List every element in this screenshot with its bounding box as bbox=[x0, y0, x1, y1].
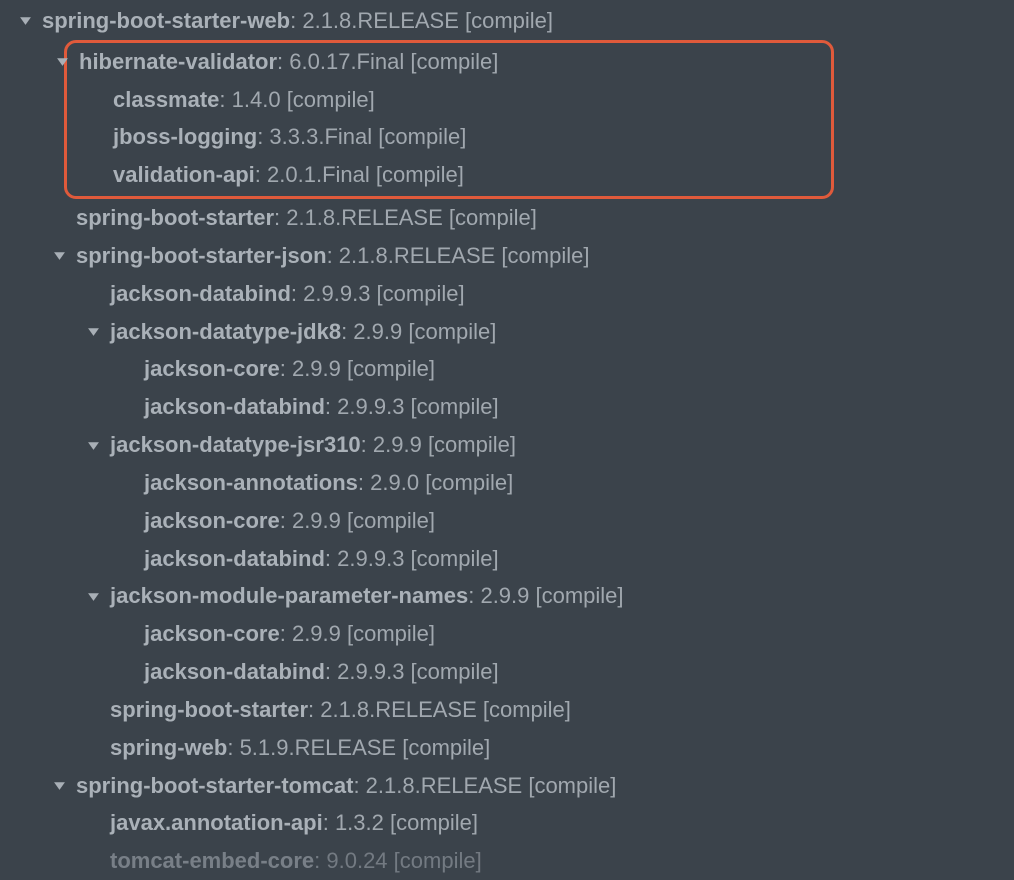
expand-toggle-icon[interactable] bbox=[46, 243, 72, 269]
tree-children: jackson-databind : 2.9.9.3 [compile]jack… bbox=[34, 275, 1014, 767]
expand-toggle-icon[interactable] bbox=[80, 432, 106, 458]
tree-row[interactable]: jackson-databind : 2.9.9.3 [compile] bbox=[102, 653, 1014, 691]
tree-row[interactable]: spring-boot-starter-web : 2.1.8.RELEASE … bbox=[0, 2, 1014, 40]
tree-row[interactable]: jackson-datatype-jdk8 : 2.9.9 [compile] bbox=[68, 313, 1014, 351]
dependency-meta: : 2.0.1.Final [compile] bbox=[255, 156, 464, 194]
dependency-name: spring-boot-starter-tomcat bbox=[76, 767, 353, 805]
tree-children: jackson-annotations : 2.9.0 [compile]jac… bbox=[68, 464, 1014, 577]
dependency-name: jackson-databind bbox=[144, 388, 325, 426]
dependency-meta: : 2.9.9.3 [compile] bbox=[325, 653, 499, 691]
expand-toggle-icon[interactable] bbox=[12, 8, 38, 34]
tree-row[interactable]: jackson-module-parameter-names : 2.9.9 [… bbox=[68, 577, 1014, 615]
dependency-name: spring-boot-starter-web bbox=[42, 2, 290, 40]
dependency-meta: : 2.9.9 [compile] bbox=[341, 313, 496, 351]
tree-row[interactable]: jackson-annotations : 2.9.0 [compile] bbox=[102, 464, 1014, 502]
dependency-name: jackson-core bbox=[144, 502, 280, 540]
dependency-meta: : 2.1.8.RELEASE [compile] bbox=[327, 237, 590, 275]
dependency-meta: : 2.9.0 [compile] bbox=[358, 464, 513, 502]
dependency-name: javax.annotation-api bbox=[110, 804, 323, 842]
tree-children: javax.annotation-api : 1.3.2 [compile]to… bbox=[34, 804, 1014, 880]
dependency-name: jackson-annotations bbox=[144, 464, 358, 502]
tree-row[interactable]: spring-boot-starter : 2.1.8.RELEASE [com… bbox=[68, 691, 1014, 729]
tree-row[interactable]: jboss-logging : 3.3.3.Final [compile] bbox=[83, 118, 827, 156]
dependency-meta: : 9.0.24 [compile] bbox=[314, 842, 482, 880]
tree-row[interactable]: jackson-datatype-jsr310 : 2.9.9 [compile… bbox=[68, 426, 1014, 464]
dependency-name: jackson-databind bbox=[110, 275, 291, 313]
dependency-meta: : 2.9.9 [compile] bbox=[280, 502, 435, 540]
dependency-name: spring-web bbox=[110, 729, 227, 767]
dependency-meta: : 5.1.9.RELEASE [compile] bbox=[227, 729, 490, 767]
dependency-name: validation-api bbox=[113, 156, 255, 194]
dependency-name: jackson-databind bbox=[144, 653, 325, 691]
tree-children: hibernate-validator : 6.0.17.Final [comp… bbox=[0, 40, 1014, 880]
tree-row[interactable]: spring-web : 5.1.9.RELEASE [compile] bbox=[68, 729, 1014, 767]
tree-row[interactable]: hibernate-validator : 6.0.17.Final [comp… bbox=[49, 43, 827, 81]
dependency-meta: : 2.9.9 [compile] bbox=[468, 577, 623, 615]
dependency-meta: : 2.9.9 [compile] bbox=[280, 615, 435, 653]
tree-row[interactable]: validation-api : 2.0.1.Final [compile] bbox=[83, 156, 827, 194]
dependency-name: spring-boot-starter-json bbox=[76, 237, 327, 275]
tree-row[interactable]: classmate : 1.4.0 [compile] bbox=[83, 81, 827, 119]
dependency-meta: : 2.1.8.RELEASE [compile] bbox=[290, 2, 553, 40]
dependency-meta: : 3.3.3.Final [compile] bbox=[257, 118, 466, 156]
dependency-meta: : 2.9.9.3 [compile] bbox=[291, 275, 465, 313]
dependency-name: jackson-datatype-jdk8 bbox=[110, 313, 341, 351]
tree-row[interactable]: spring-boot-starter-json : 2.1.8.RELEASE… bbox=[34, 237, 1014, 275]
tree-row[interactable]: jackson-databind : 2.9.9.3 [compile] bbox=[102, 388, 1014, 426]
tree-row[interactable]: jackson-core : 2.9.9 [compile] bbox=[102, 502, 1014, 540]
highlight-annotation: hibernate-validator : 6.0.17.Final [comp… bbox=[64, 40, 834, 199]
dependency-meta: : 2.9.9 [compile] bbox=[361, 426, 516, 464]
dependency-meta: : 2.9.9 [compile] bbox=[280, 350, 435, 388]
dependency-name: spring-boot-starter bbox=[76, 199, 274, 237]
dependency-meta: : 2.1.8.RELEASE [compile] bbox=[308, 691, 571, 729]
dependency-meta: : 2.1.8.RELEASE [compile] bbox=[353, 767, 616, 805]
dependency-name: hibernate-validator bbox=[79, 43, 277, 81]
dependency-tree: spring-boot-starter-web : 2.1.8.RELEASE … bbox=[0, 2, 1014, 880]
dependency-meta: : 1.4.0 [compile] bbox=[219, 81, 374, 119]
dependency-meta: : 2.9.9.3 [compile] bbox=[325, 388, 499, 426]
dependency-name: tomcat-embed-core bbox=[110, 842, 314, 880]
dependency-meta: : 2.1.8.RELEASE [compile] bbox=[274, 199, 537, 237]
dependency-name: jackson-databind bbox=[144, 540, 325, 578]
tree-row[interactable]: javax.annotation-api : 1.3.2 [compile] bbox=[68, 804, 1014, 842]
dependency-meta: : 2.9.9.3 [compile] bbox=[325, 540, 499, 578]
dependency-name: jboss-logging bbox=[113, 118, 257, 156]
expand-toggle-icon[interactable] bbox=[80, 583, 106, 609]
tree-row[interactable]: jackson-databind : 2.9.9.3 [compile] bbox=[102, 540, 1014, 578]
expand-toggle-icon[interactable] bbox=[46, 772, 72, 798]
dependency-meta: : 1.3.2 [compile] bbox=[323, 804, 478, 842]
tree-children: jackson-core : 2.9.9 [compile]jackson-da… bbox=[68, 615, 1014, 691]
dependency-name: spring-boot-starter bbox=[110, 691, 308, 729]
tree-row[interactable]: tomcat-embed-core : 9.0.24 [compile] bbox=[68, 842, 1014, 880]
expand-toggle-icon[interactable] bbox=[49, 49, 75, 75]
tree-children: classmate : 1.4.0 [compile]jboss-logging… bbox=[71, 81, 827, 194]
dependency-meta: : 6.0.17.Final [compile] bbox=[277, 43, 498, 81]
dependency-name: classmate bbox=[113, 81, 219, 119]
dependency-name: jackson-datatype-jsr310 bbox=[110, 426, 361, 464]
dependency-name: jackson-core bbox=[144, 350, 280, 388]
tree-children: jackson-core : 2.9.9 [compile]jackson-da… bbox=[68, 350, 1014, 426]
dependency-name: jackson-module-parameter-names bbox=[110, 577, 468, 615]
tree-row[interactable]: spring-boot-starter : 2.1.8.RELEASE [com… bbox=[34, 199, 1014, 237]
tree-row[interactable]: jackson-core : 2.9.9 [compile] bbox=[102, 615, 1014, 653]
tree-row[interactable]: jackson-core : 2.9.9 [compile] bbox=[102, 350, 1014, 388]
expand-toggle-icon[interactable] bbox=[80, 319, 106, 345]
dependency-name: jackson-core bbox=[144, 615, 280, 653]
tree-row[interactable]: spring-boot-starter-tomcat : 2.1.8.RELEA… bbox=[34, 767, 1014, 805]
tree-row[interactable]: jackson-databind : 2.9.9.3 [compile] bbox=[68, 275, 1014, 313]
